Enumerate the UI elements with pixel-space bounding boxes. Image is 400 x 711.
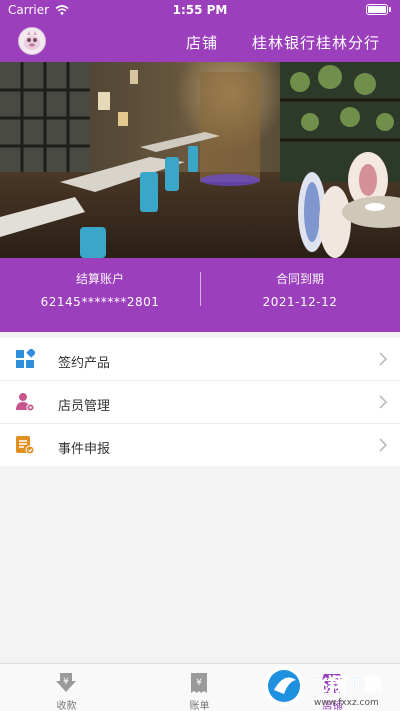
menu-item-label: 签约产品 xyxy=(58,356,111,371)
tab-shop[interactable]: 店铺 xyxy=(266,664,399,711)
tab-label: 收款 xyxy=(56,701,77,711)
shop-icon xyxy=(322,674,342,693)
signed-products-icon xyxy=(16,349,35,368)
svg-text:¥: ¥ xyxy=(196,678,202,688)
tab-label: 账单 xyxy=(189,701,210,711)
store-banner-image xyxy=(0,62,400,258)
bank-name: 桂林银行桂林分行 xyxy=(251,34,380,52)
account-info-panel: 结算账户 62145*******2801 合同到期 2021-12-12 xyxy=(0,258,400,332)
contract-expiry-block: 合同到期 2021-12-12 xyxy=(200,270,400,309)
chevron-right-icon xyxy=(379,438,388,452)
status-bar: Carrier 1:55 PM xyxy=(0,0,400,22)
settlement-account-label: 结算账户 xyxy=(75,272,124,286)
contract-expiry-value: 2021-12-12 xyxy=(262,295,338,309)
status-time: 1:55 PM xyxy=(172,3,228,17)
tab-receive-payment[interactable]: ¥ 收款 xyxy=(0,664,133,711)
menu-item-label: 店员管理 xyxy=(58,399,111,414)
receive-payment-icon: ¥ xyxy=(56,673,76,692)
settlement-account-value: 62145*******2801 xyxy=(40,295,160,309)
settlement-account-block: 结算账户 62145*******2801 xyxy=(0,270,200,309)
battery-tip xyxy=(389,7,391,12)
menu-item-staff-management[interactable]: 店员管理 xyxy=(0,381,400,424)
menu-item-signed-products[interactable]: 签约产品 xyxy=(0,338,400,381)
battery-body xyxy=(366,4,388,15)
chevron-right-icon xyxy=(379,395,388,409)
menu-item-event-report[interactable]: 事件申报 xyxy=(0,424,400,466)
contract-expiry-label: 合同到期 xyxy=(275,272,324,286)
app-screen: Carrier 1:55 PM 店铺 桂林银行桂林分行 结算账户 62145**… xyxy=(0,0,400,711)
staff-management-icon xyxy=(16,393,35,412)
svg-text:¥: ¥ xyxy=(63,677,69,687)
bill-icon: ¥ xyxy=(191,673,207,693)
tab-bill[interactable]: ¥ 账单 xyxy=(133,664,266,711)
top-header: 店铺 桂林银行桂林分行 xyxy=(0,22,400,62)
shop-menu-list: 签约产品 店员管理 事件申报 xyxy=(0,338,400,466)
menu-item-label: 事件申报 xyxy=(58,442,111,457)
chevron-right-icon xyxy=(379,352,388,366)
event-report-icon xyxy=(16,436,35,455)
battery-fill xyxy=(368,6,386,13)
bottom-tab-bar: ¥ 收款 ¥ 账单 店铺 xyxy=(0,663,400,711)
page-title: 店铺 xyxy=(186,34,219,52)
tab-label: 店铺 xyxy=(322,701,343,711)
merchant-avatar-icon[interactable] xyxy=(18,27,46,55)
battery-icon xyxy=(366,4,392,16)
